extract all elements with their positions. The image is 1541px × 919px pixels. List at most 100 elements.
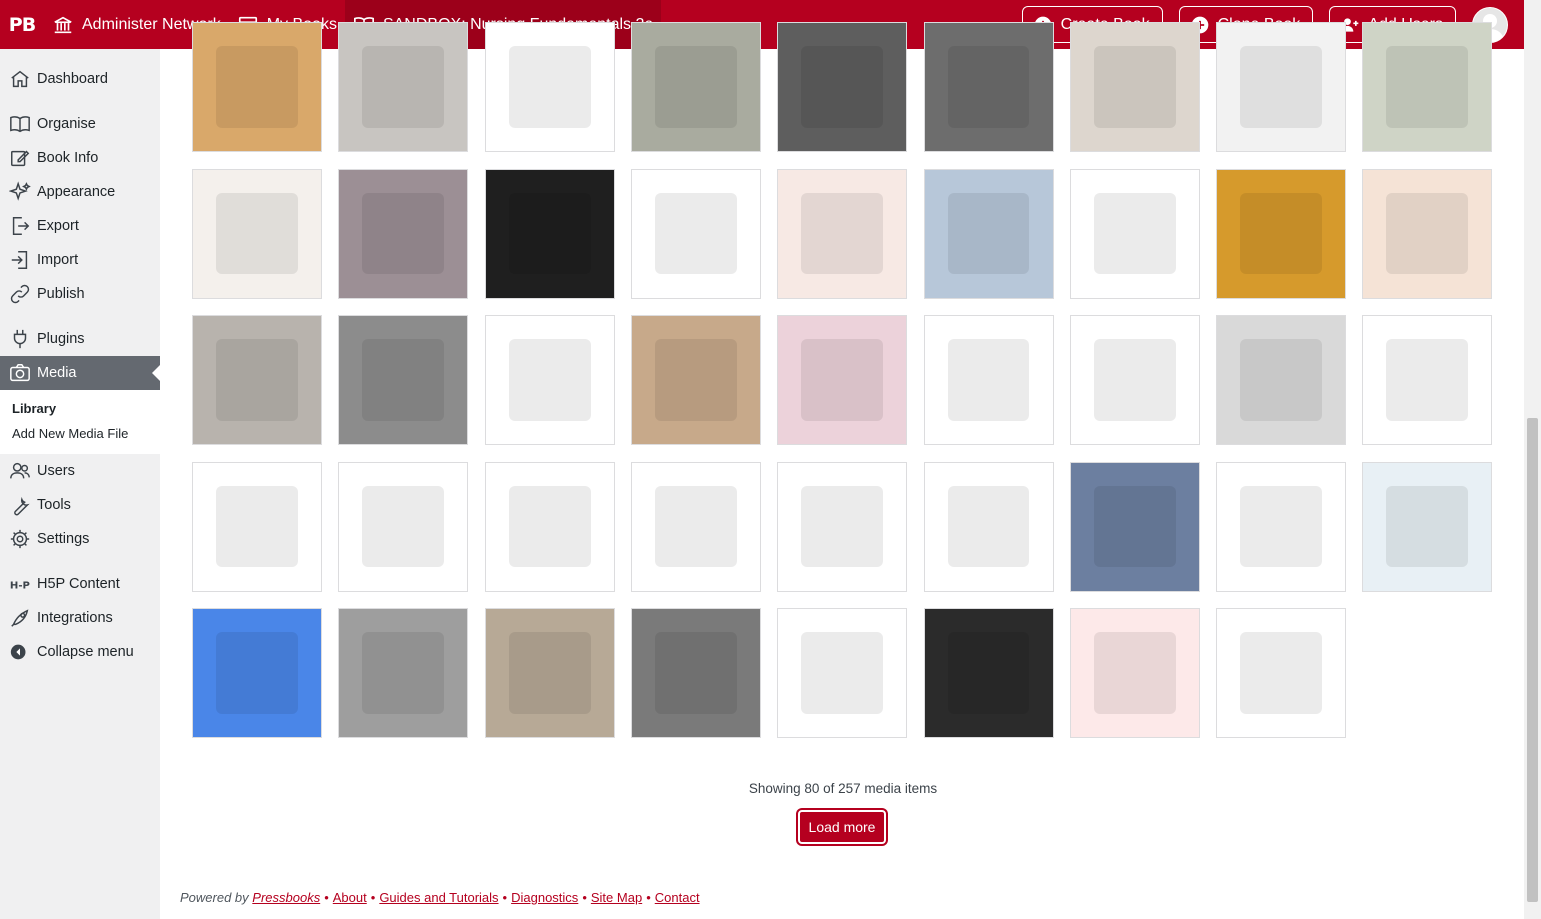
media-thumbnail[interactable] [484,22,615,152]
sidebar-item-label: Collapse menu [37,644,134,660]
page-scrollbar[interactable] [1524,0,1541,919]
media-thumbnail[interactable] [192,168,322,299]
thumbnail-image [947,485,1030,568]
sidebar-item-export[interactable]: Export [0,209,160,243]
media-thumbnail[interactable] [1069,315,1200,445]
sidebar-item-label: H5P Content [37,576,120,592]
media-thumbnail[interactable] [484,608,615,738]
footer-link-guides[interactable]: Guides and Tutorials [379,890,498,905]
sidebar-item-publish[interactable]: Publish [0,277,160,311]
load-more-button[interactable]: Load more [798,810,886,844]
media-thumbnail[interactable] [192,461,322,592]
sidebar-item-appearance[interactable]: Appearance [0,175,160,209]
media-thumbnail[interactable] [777,315,908,445]
media-thumbnail[interactable] [923,22,1054,152]
media-thumbnail[interactable] [338,608,469,738]
media-thumbnail[interactable] [484,315,615,445]
media-thumbnail[interactable] [630,461,761,592]
sidebar-item-h5p-content[interactable]: H-P H5P Content [0,567,160,601]
media-thumbnail[interactable] [1216,608,1347,738]
thumbnail-image [801,192,884,275]
sidebar-item-organise[interactable]: Organise [0,107,160,141]
thumbnail-image [216,46,298,128]
book-icon [10,116,30,133]
thumbnail-image [801,46,884,128]
media-thumbnail[interactable] [1362,22,1493,152]
media-thumbnail[interactable] [1216,22,1347,152]
thumbnail-image [216,339,298,421]
media-thumbnail[interactable] [192,608,322,738]
media-library-main: Showing 80 of 257 media items Load more … [160,22,1524,919]
wrench-icon [14,496,30,516]
thumbnail-image [1093,46,1176,128]
media-thumbnail[interactable] [923,608,1054,738]
h5p-icon: H-P [10,581,30,592]
sidebar-item-plugins[interactable]: Plugins [0,322,160,356]
submenu-library[interactable]: Library [0,396,160,421]
plug-icon [13,329,27,349]
thumbnail-image [1093,485,1176,568]
media-thumbnail[interactable] [1069,22,1200,152]
media-thumbnail[interactable] [923,168,1054,299]
media-thumbnail[interactable] [777,461,908,592]
svg-text:H-P: H-P [10,581,30,592]
media-thumbnail[interactable] [338,315,469,445]
media-thumbnail[interactable] [1362,315,1493,445]
media-thumbnail[interactable] [923,461,1054,592]
media-thumbnail[interactable] [1069,608,1200,738]
media-thumbnail[interactable] [484,461,615,592]
footer-link-site-map[interactable]: Site Map [591,890,642,905]
media-thumbnail[interactable] [1069,461,1200,592]
media-thumbnail[interactable] [1362,461,1493,592]
sidebar-item-label: Media [37,365,77,381]
media-thumbnail[interactable] [630,608,761,738]
media-thumbnail[interactable] [630,22,761,152]
media-thumbnail[interactable] [777,608,908,738]
footer-link-pressbooks[interactable]: Pressbooks [252,890,320,905]
thumbnail-image [362,339,445,421]
media-thumbnail[interactable] [777,22,908,152]
footer-link-about[interactable]: About [333,890,367,905]
sidebar-item-import[interactable]: Import [0,243,160,277]
media-thumbnail[interactable] [630,315,761,445]
sidebar-item-label: Organise [37,116,96,132]
export-icon [12,217,30,235]
media-thumbnail[interactable] [1216,315,1347,445]
media-thumbnail[interactable] [1216,168,1347,299]
sidebar-item-book-info[interactable]: Book Info [0,141,160,175]
sidebar-item-label: Appearance [37,184,116,200]
camera-icon [10,364,30,382]
sidebar-item-users[interactable]: Users [0,454,160,488]
media-thumbnail[interactable] [923,315,1054,445]
thumbnail-image [1093,339,1176,421]
footer-link-contact[interactable]: Contact [655,890,700,905]
thumbnail-image [362,632,445,714]
sidebar-item-collapse-menu[interactable]: Collapse menu [0,635,160,669]
pressbooks-logo[interactable]: PB [0,0,44,49]
thumbnail-image [508,339,591,421]
home-icon [11,70,29,88]
sidebar-item-settings[interactable]: Settings [0,522,160,556]
media-thumbnail[interactable] [777,168,908,299]
footer-link-diagnostics[interactable]: Diagnostics [511,890,578,905]
media-thumbnail[interactable] [630,168,761,299]
sidebar-item-media[interactable]: Media [0,356,160,390]
scrollbar-thumb[interactable] [1527,418,1538,902]
sidebar-item-dashboard[interactable]: Dashboard [0,62,160,96]
media-thumbnail[interactable] [1216,461,1347,592]
media-thumbnail[interactable] [192,315,322,445]
media-thumbnail[interactable] [1069,168,1200,299]
media-thumbnail[interactable] [338,168,469,299]
media-thumbnail[interactable] [338,461,469,592]
media-thumbnail[interactable] [338,22,469,152]
import-icon [11,251,28,269]
gear-icon [10,529,30,549]
media-thumbnail[interactable] [1362,168,1493,299]
sidebar-item-tools[interactable]: Tools [0,488,160,522]
media-thumbnail[interactable] [484,168,615,299]
media-submenu: Library Add New Media File [0,390,160,454]
submenu-add-new-media[interactable]: Add New Media File [0,421,160,446]
sidebar-item-integrations[interactable]: Integrations [0,601,160,635]
media-thumbnail[interactable] [192,22,322,152]
edit-icon [11,150,30,167]
